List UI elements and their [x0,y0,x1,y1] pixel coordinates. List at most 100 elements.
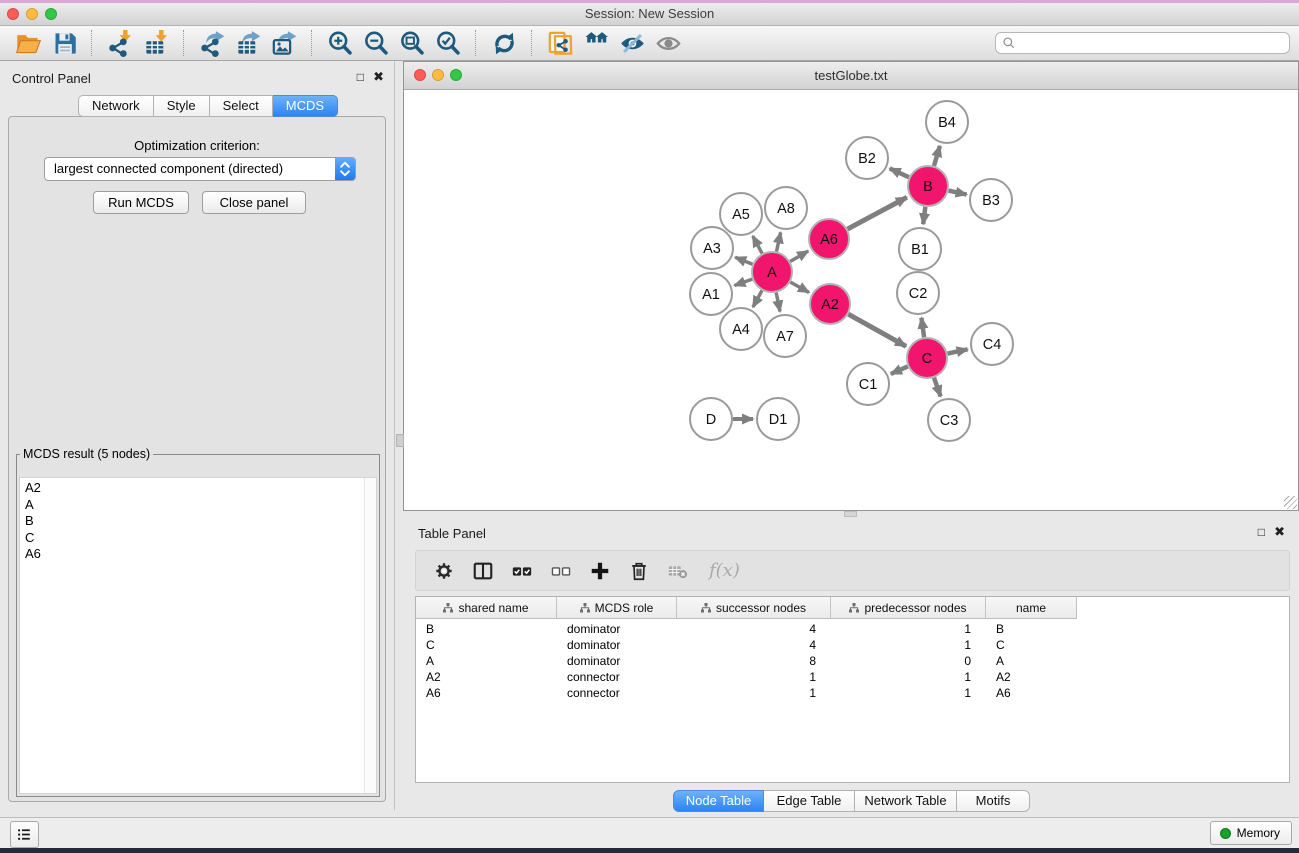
minimize-network-button[interactable] [432,69,444,81]
first-neighbors-button[interactable] [581,28,611,58]
mcds-result-item[interactable]: A [25,497,376,514]
import-network-button[interactable] [105,28,135,58]
graph-node-A[interactable]: A [752,252,792,292]
graph-node-B3[interactable]: B3 [970,179,1012,221]
graph-node-D[interactable]: D [690,398,732,440]
close-panel-icon[interactable]: ✖ [373,70,384,84]
memory-button[interactable]: Memory [1210,821,1292,845]
graph-edge-A-A5[interactable] [753,236,762,253]
table-cell[interactable]: A [986,654,1077,668]
mcds-result-item[interactable]: C [25,530,376,547]
table-cell[interactable]: 1 [677,686,831,700]
close-window-button[interactable] [7,8,19,20]
graph-node-B1[interactable]: B1 [899,228,941,270]
close-network-button[interactable] [414,69,426,81]
table-cell[interactable]: 1 [677,670,831,684]
graph-node-C4[interactable]: C4 [971,323,1013,365]
run-mcds-button[interactable]: Run MCDS [93,191,189,214]
network-window-titlebar[interactable]: testGlobe.txt [404,62,1298,90]
graph-edge-A-A3[interactable] [735,257,752,264]
table-cell[interactable]: 0 [831,654,986,668]
table-cell[interactable]: 4 [677,638,831,652]
scrollbar-track[interactable] [364,478,376,793]
select-all-button[interactable] [510,559,534,583]
column-header-successor-nodes[interactable]: successor nodes [677,597,831,619]
graph-edge-A-A2[interactable] [790,282,809,292]
table-row[interactable]: Cdominator41C [416,637,1289,653]
show-all-button[interactable] [653,28,683,58]
mcds-result-item[interactable]: A2 [25,480,376,497]
graph-node-C2[interactable]: C2 [897,272,939,314]
graph-node-A6[interactable]: A6 [809,219,849,259]
table-cell[interactable]: dominator [557,654,677,668]
graph-node-A8[interactable]: A8 [765,187,807,229]
table-cell[interactable]: 1 [831,638,986,652]
table-cell[interactable]: dominator [557,622,677,636]
graph-edge-B-B3[interactable] [948,191,966,195]
graph-edge-A6-B[interactable] [848,197,907,229]
optimization-select[interactable]: largest connected component (directed) [44,157,356,181]
graph-edge-A-A7[interactable] [776,293,780,312]
graph-node-A1[interactable]: A1 [690,273,732,315]
close-panel-button[interactable]: Close panel [202,191,306,214]
deselect-all-button[interactable] [549,559,573,583]
column-header-MCDS-role[interactable]: MCDS role [557,597,677,619]
graph-node-A2[interactable]: A2 [810,284,850,324]
table-row[interactable]: A6connector11A6 [416,685,1289,701]
save-session-button[interactable] [49,28,79,58]
table-cell[interactable]: A [416,654,557,668]
tab-edge-table[interactable]: Edge Table [764,790,855,812]
zoom-window-button[interactable] [45,8,57,20]
table-cell[interactable]: 1 [831,670,986,684]
graph-edge-A-A4[interactable] [753,290,762,307]
column-header-shared-name[interactable]: shared name [416,597,557,619]
table-cell[interactable]: B [416,622,557,636]
graph-node-A3[interactable]: A3 [691,227,733,269]
search-input[interactable] [1020,34,1285,54]
mcds-result-item[interactable]: B [25,513,376,530]
graph-node-C3[interactable]: C3 [928,399,970,441]
graph-edge-C-C2[interactable] [921,318,924,337]
tab-select[interactable]: Select [210,95,273,117]
table-cell[interactable]: C [416,638,557,652]
table-cell[interactable]: 8 [677,654,831,668]
table-cell[interactable]: connector [557,670,677,684]
table-cell[interactable]: A2 [416,670,557,684]
graph-node-B[interactable]: B [908,166,948,206]
table-cell[interactable]: 1 [831,622,986,636]
graph-node-A5[interactable]: A5 [720,193,762,235]
graph-edge-B-B4[interactable] [934,146,940,166]
graph-edge-C-C1[interactable] [891,366,908,373]
vertical-split-handle[interactable] [396,434,404,447]
apply-layout-button[interactable] [489,28,519,58]
table-row[interactable]: Bdominator41B [416,621,1289,637]
network-canvas[interactable]: ABCA2A6A1A3A4A5A7A8B1B2B3B4C1C2C3C4DD1 [404,90,1298,510]
graph-node-A4[interactable]: A4 [720,308,762,350]
window-resize-grip[interactable] [1284,496,1297,509]
tab-mcds[interactable]: MCDS [273,95,338,117]
graph-node-C[interactable]: C [907,338,947,378]
table-cell[interactable]: B [986,622,1077,636]
tab-motifs[interactable]: Motifs [957,790,1030,812]
table-cell[interactable]: A6 [986,686,1077,700]
tab-network[interactable]: Network [78,95,154,117]
export-image-button[interactable] [269,28,299,58]
table-cell[interactable]: A6 [416,686,557,700]
graph-node-B2[interactable]: B2 [846,137,888,179]
graph-edge-C-C4[interactable] [948,349,968,353]
new-column-button[interactable] [588,559,612,583]
zoom-out-button[interactable] [361,28,391,58]
zoom-selected-button[interactable] [433,28,463,58]
minimize-window-button[interactable] [26,8,38,20]
table-cell[interactable]: C [986,638,1077,652]
graph-edge-A-A1[interactable] [735,279,753,285]
graph-node-D1[interactable]: D1 [757,398,799,440]
float-panel-icon[interactable]: □ [357,70,364,84]
table-cell[interactable]: A2 [986,670,1077,684]
table-row[interactable]: Adominator80A [416,653,1289,669]
graph-edge-A-A8[interactable] [776,232,780,251]
graph-node-B4[interactable]: B4 [926,101,968,143]
search-field[interactable] [995,32,1290,54]
show-panels-button[interactable] [10,821,39,848]
table-options-button[interactable] [432,559,456,583]
